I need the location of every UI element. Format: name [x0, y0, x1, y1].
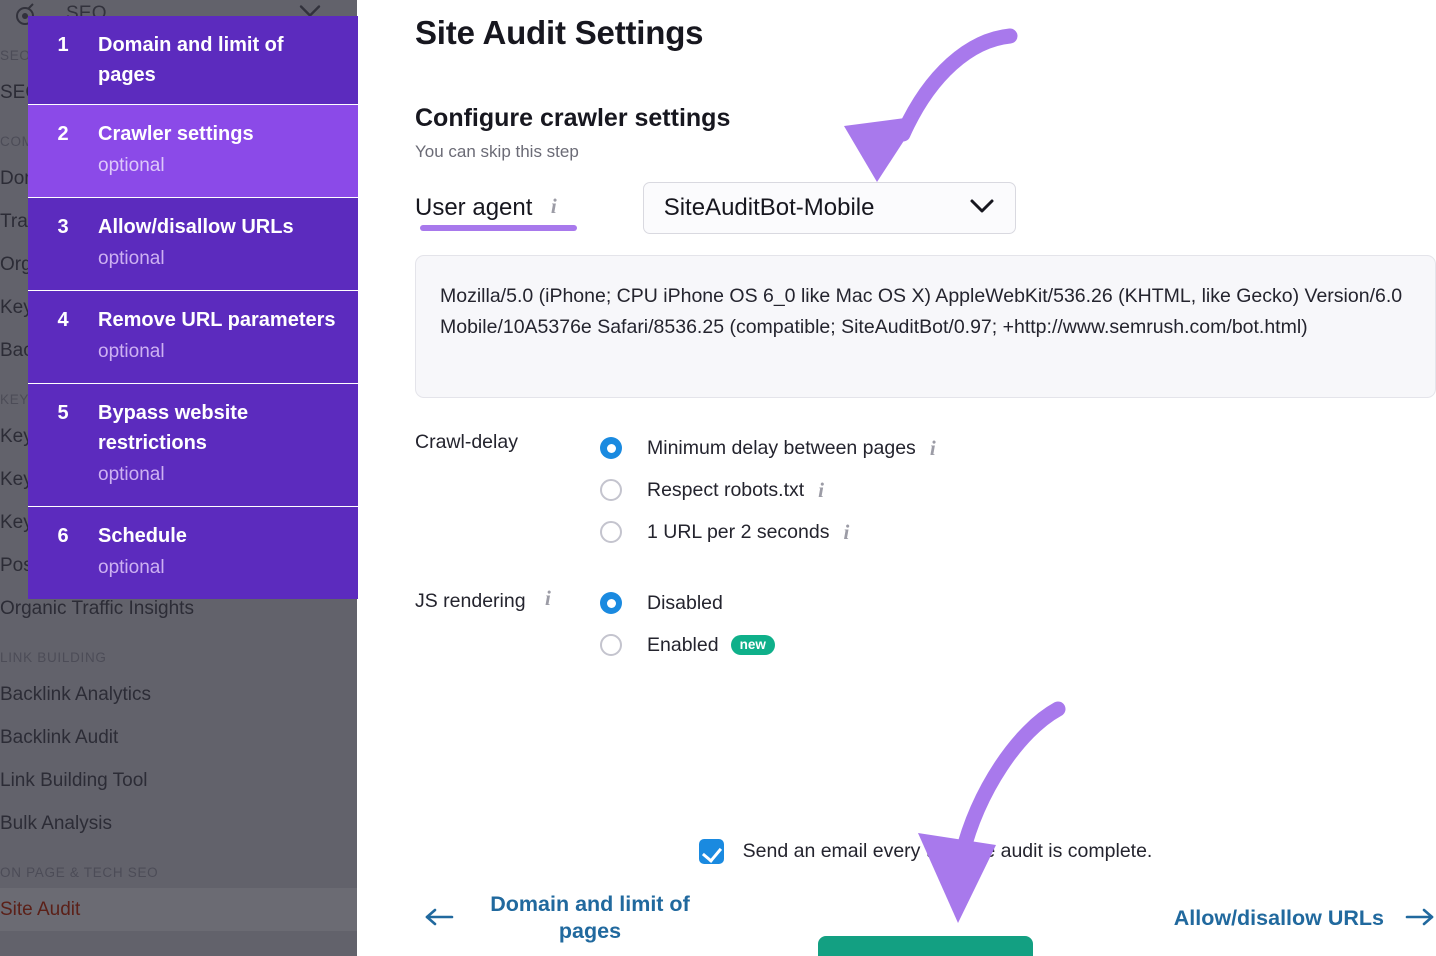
- info-icon[interactable]: i: [551, 194, 557, 219]
- sidebar-item-link-building-tool[interactable]: Link Building Tool: [0, 759, 357, 802]
- email-notification-row[interactable]: Send an email every time the audit is co…: [415, 830, 1436, 872]
- new-badge: new: [730, 635, 775, 655]
- step-optional-tag: optional: [98, 464, 165, 485]
- user-agent-row: User agent i SiteAuditBot-Mobile: [415, 182, 1436, 234]
- radio-button[interactable]: [600, 592, 622, 614]
- radio-label: 1 URL per 2 seconds: [647, 520, 830, 543]
- step-item-4[interactable]: 4 Remove URL parameters optional: [28, 291, 358, 384]
- annotation-underline: [420, 225, 577, 231]
- step-item-2[interactable]: 2 Crawler settings optional: [28, 105, 358, 198]
- arrow-left-icon: [423, 904, 455, 933]
- radio-button[interactable]: [600, 479, 622, 501]
- step-title: Schedule: [98, 525, 187, 547]
- crawl-delay-option-1-url-per-2-seconds[interactable]: 1 URL per 2 seconds i: [600, 511, 1436, 553]
- step-item-1[interactable]: 1 Domain and limit of pages: [28, 16, 358, 105]
- sidebar-item-backlink-analytics[interactable]: Backlink Analytics: [0, 673, 357, 716]
- step-optional-tag: optional: [98, 557, 165, 578]
- sidebar-item-bulk-analysis[interactable]: Bulk Analysis: [0, 802, 357, 845]
- email-notification-label: Send an email every time the audit is co…: [742, 839, 1153, 862]
- step-number: 1: [57, 34, 69, 56]
- section-title: Configure crawler settings: [415, 104, 731, 132]
- sidebar-item-site-audit[interactable]: Site Audit: [0, 888, 357, 931]
- step-item-6[interactable]: 6 Schedule optional: [28, 507, 358, 599]
- step-title: Bypass website restrictions: [98, 402, 249, 454]
- step-item-5[interactable]: 5 Bypass website restrictions optional: [28, 384, 358, 507]
- start-site-audit-button[interactable]: Start Site Audit: [818, 936, 1033, 956]
- radio-label: Enabled: [647, 633, 719, 656]
- prev-step-label: Domain and limit of pages: [490, 892, 690, 943]
- user-agent-label-wrap: User agent i: [415, 194, 577, 231]
- step-number: 4: [57, 309, 69, 331]
- step-body: Crawler settings optional: [98, 119, 358, 183]
- js-rendering-label: JS rendering: [415, 590, 526, 612]
- step-optional-tag: optional: [98, 248, 165, 269]
- step-title: Domain and limit of pages: [98, 34, 284, 86]
- user-agent-selected-value: SiteAuditBot-Mobile: [663, 194, 875, 221]
- radio-label: Disabled: [647, 591, 723, 614]
- crawl-delay-option-minimum-delay-between-pages[interactable]: Minimum delay between pages i: [600, 427, 1436, 469]
- radio-button[interactable]: [600, 521, 622, 543]
- info-icon[interactable]: i: [843, 520, 849, 545]
- step-item-3[interactable]: 3 Allow/disallow URLs optional: [28, 198, 358, 291]
- user-agent-label: User agent: [415, 194, 533, 221]
- step-number: 5: [57, 402, 69, 424]
- sidebar-section-header: LINK BUILDING: [0, 650, 107, 665]
- info-icon[interactable]: i: [930, 436, 936, 461]
- email-notification-checkbox[interactable]: [698, 838, 724, 864]
- step-body: Schedule optional: [98, 521, 358, 585]
- main-content: Site Audit Settings Configure crawler se…: [357, 0, 1436, 956]
- radio-label: Respect robots.txt: [647, 478, 805, 501]
- crawler-steps-panel: 1 Domain and limit of pages 2 Crawler setti…: [28, 16, 358, 599]
- js-rendering-block: JS rendering i Disabled Enabled new: [415, 582, 1436, 666]
- step-optional-tag: optional: [98, 155, 165, 176]
- crawl-delay-block: Crawl-delay Minimum delay between pages i…: [415, 427, 1436, 553]
- sidebar-item-backlink-audit[interactable]: Backlink Audit: [0, 716, 357, 759]
- next-step-link[interactable]: Allow/disallow URLs: [1158, 880, 1436, 956]
- step-body: Bypass website restrictions optional: [98, 398, 358, 492]
- step-body: Allow/disallow URLs optional: [98, 212, 358, 276]
- info-icon[interactable]: i: [818, 478, 824, 503]
- step-body: Domain and limit of pages: [98, 30, 358, 90]
- step-number: 3: [57, 216, 69, 238]
- js-rendering-option-disabled[interactable]: Disabled: [600, 582, 1436, 624]
- crawl-delay-option-respect-robots-txt[interactable]: Respect robots.txt i: [600, 469, 1436, 511]
- js-rendering-label-wrap: JS rendering i: [415, 582, 600, 666]
- step-number: 2: [57, 123, 69, 145]
- skip-step-note: You can skip this step: [415, 142, 579, 161]
- user-agent-string-box: Mozilla/5.0 (iPhone; CPU iPhone OS 6_0 l…: [415, 255, 1436, 398]
- js-rendering-options: Disabled Enabled new: [600, 582, 1436, 666]
- sidebar-section-header: ON PAGE & TECH SEO: [0, 865, 159, 880]
- wizard-nav-row: Domain and limit of pages Start Site Aud…: [415, 880, 1436, 956]
- next-step-label: Allow/disallow URLs: [1173, 905, 1384, 930]
- step-optional-tag: optional: [98, 341, 165, 362]
- radio-button[interactable]: [600, 634, 622, 656]
- js-rendering-option-enabled[interactable]: Enabled new: [600, 624, 1436, 666]
- crawl-delay-options: Minimum delay between pages i Respect robo…: [600, 427, 1436, 553]
- step-title: Crawler settings: [98, 123, 254, 145]
- screen-root: SEO SEO DASHBOARDSEO DashboardCOMPETITIV…: [0, 0, 1436, 956]
- chevron-down-icon: [969, 198, 995, 220]
- arrow-right-icon: [1404, 904, 1436, 933]
- radio-button[interactable]: [600, 437, 622, 459]
- step-number: 6: [57, 525, 69, 547]
- user-agent-select[interactable]: SiteAuditBot-Mobile: [642, 182, 1016, 234]
- step-title: Remove URL parameters: [98, 309, 336, 331]
- prev-step-link[interactable]: Domain and limit of pages: [423, 880, 743, 956]
- crawl-delay-label: Crawl-delay: [415, 431, 518, 453]
- wizard-footer: Send an email every time the audit is co…: [415, 830, 1436, 956]
- step-title: Allow/disallow URLs: [98, 216, 294, 238]
- radio-label: Minimum delay between pages: [647, 436, 916, 459]
- page-title: Site Audit Settings: [415, 14, 704, 51]
- info-icon[interactable]: i: [545, 586, 551, 611]
- step-body: Remove URL parameters optional: [98, 305, 358, 369]
